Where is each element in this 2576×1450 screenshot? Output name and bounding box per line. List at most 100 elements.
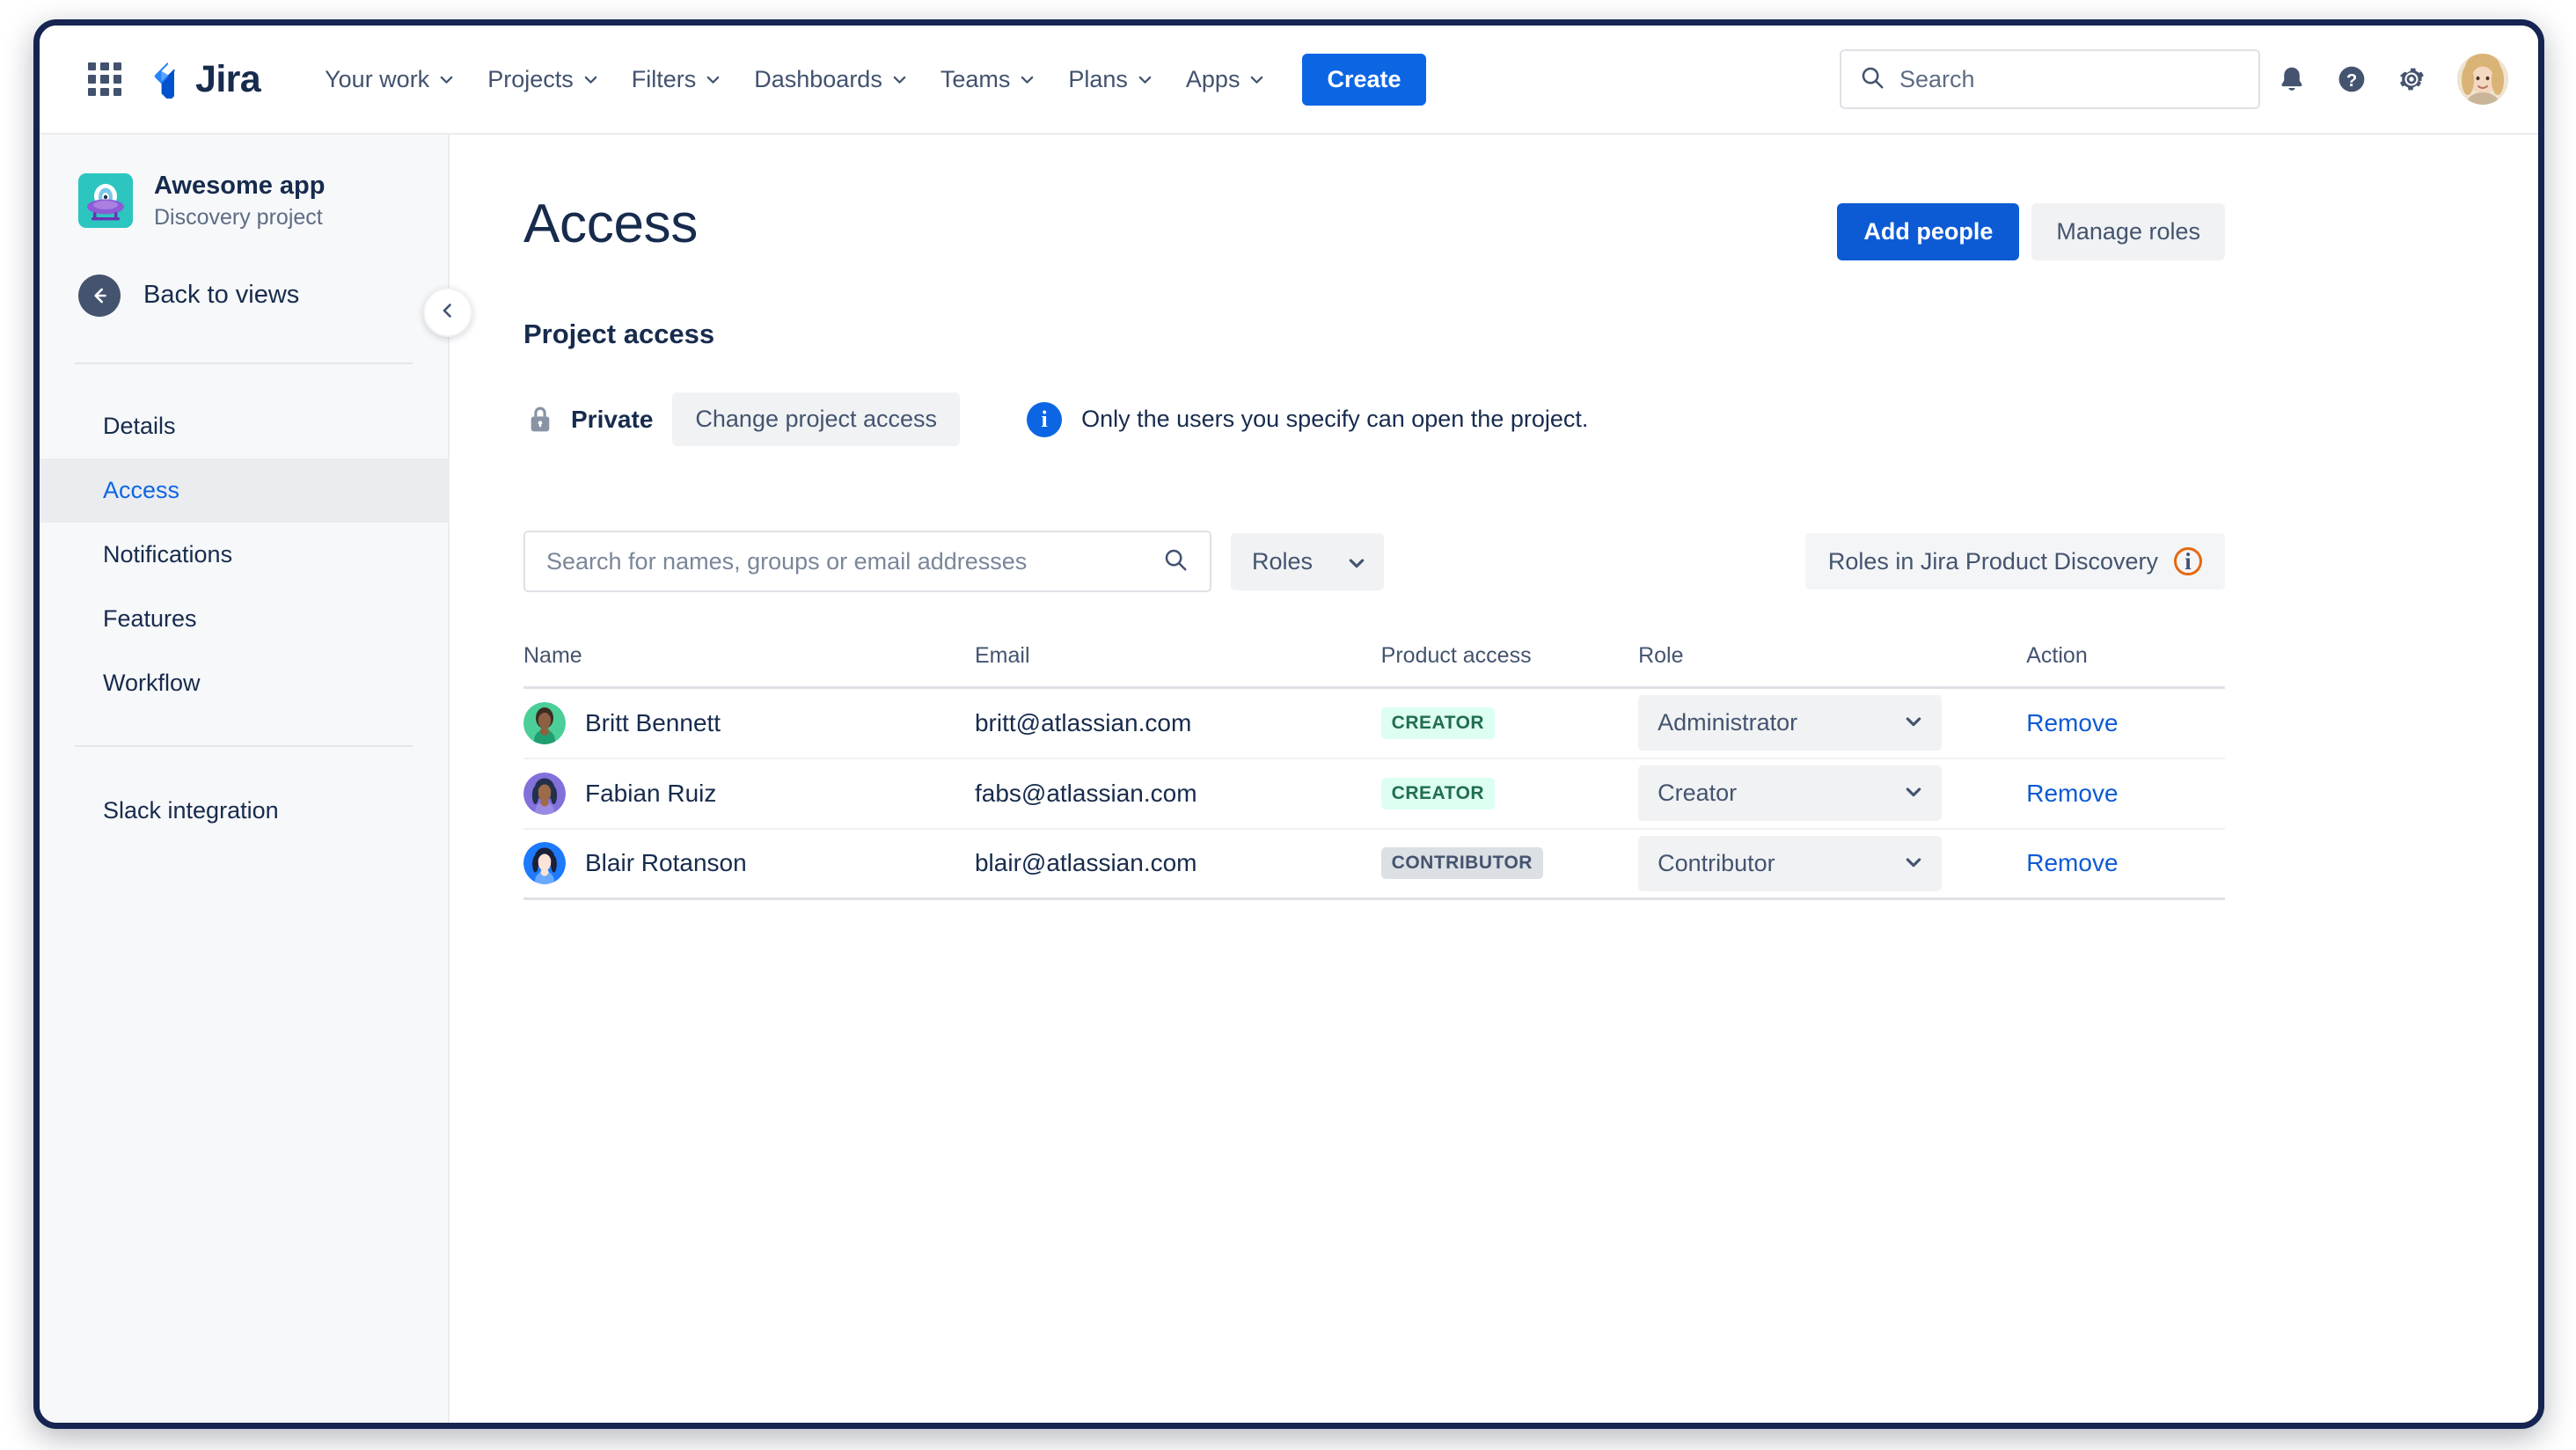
user-name: Blair Rotanson [585, 849, 747, 877]
column-header-name: Name [523, 643, 975, 689]
role-dropdown[interactable]: Creator [1638, 765, 1943, 821]
settings-icon[interactable] [2383, 51, 2440, 107]
info-icon: i [2174, 547, 2202, 575]
people-search-input[interactable] [546, 547, 1162, 575]
role-value: Creator [1658, 780, 1738, 806]
sidebar-item-features[interactable]: Features [40, 587, 448, 651]
sidebar-item-workflow[interactable]: Workflow [40, 651, 448, 715]
add-people-button[interactable]: Add people [1837, 203, 2020, 260]
cell-action: Remove [2026, 687, 2225, 759]
nav-item-apps[interactable]: Apps [1171, 55, 1280, 105]
nav-item-teams[interactable]: Teams [926, 55, 1050, 105]
project-type: Discovery project [154, 205, 323, 231]
project-access-row: Private Change project access i Only the… [523, 392, 2225, 446]
nav-label: Teams [940, 65, 1011, 92]
notifications-icon[interactable] [2264, 51, 2320, 107]
chevron-down-icon [1138, 72, 1153, 87]
collapse-sidebar-button[interactable] [423, 288, 472, 337]
remove-link[interactable]: Remove [2026, 780, 2118, 807]
nav-item-projects[interactable]: Projects [472, 55, 613, 105]
global-search[interactable] [1840, 49, 2260, 109]
access-note: i Only the users you specify can open th… [1027, 401, 1588, 437]
nav-label: Projects [487, 65, 574, 92]
sidebar-divider [75, 362, 413, 364]
remove-link[interactable]: Remove [2026, 849, 2118, 876]
cell-product-access: CONTRIBUTOR [1380, 828, 1639, 900]
cell-action: Remove [2026, 758, 2225, 830]
table-row: Blair Rotanson blair@atlassian.com CONTR… [523, 828, 2225, 900]
info-icon: i [1027, 401, 1063, 437]
column-header-action: Action [2026, 643, 2225, 689]
roles-filter-dropdown[interactable]: Roles [1231, 532, 1385, 590]
nav-item-plans[interactable]: Plans [1053, 55, 1167, 105]
app-switcher-icon[interactable] [85, 60, 124, 99]
role-dropdown[interactable]: Contributor [1638, 835, 1943, 891]
roles-link-label: Roles in Jira Product Discovery [1827, 547, 2158, 575]
nav-item-dashboards[interactable]: Dashboards [739, 55, 922, 105]
user-email: britt@atlassian.com [974, 708, 1192, 736]
sidebar-divider-secondary [75, 745, 413, 748]
user-email: blair@atlassian.com [974, 849, 1197, 877]
search-icon [1859, 64, 1885, 95]
sidebar-item-notifications[interactable]: Notifications [40, 523, 448, 587]
people-search[interactable] [523, 531, 1211, 592]
chevron-down-icon [1020, 72, 1035, 87]
chevron-down-icon [706, 72, 721, 87]
chevron-left-icon [437, 300, 458, 326]
private-label: Private [571, 405, 654, 433]
sidebar-item-access[interactable]: Access [40, 458, 448, 523]
search-icon [1162, 546, 1189, 577]
global-navigation-bar: Jira Your work Projects Filters Dashboar… [40, 26, 2538, 135]
main-content: Access Add people Manage roles Project a… [450, 135, 2538, 1423]
create-button[interactable]: Create [1302, 53, 1426, 106]
chevron-down-icon [1249, 72, 1264, 87]
jira-logo-text: Jira [195, 57, 261, 100]
back-to-views-label: Back to views [143, 281, 300, 310]
help-icon[interactable]: ? [2324, 51, 2380, 107]
primary-nav-items: Your work Projects Filters Dashboards Te… [310, 53, 1426, 106]
nav-item-filters[interactable]: Filters [617, 55, 736, 105]
nav-label: Apps [1185, 65, 1240, 92]
project-name: Awesome app [154, 172, 326, 200]
cell-name: Blair Rotanson [523, 828, 975, 900]
chevron-down-icon [439, 72, 454, 87]
chevron-down-icon [892, 72, 907, 87]
cell-email: fabs@atlassian.com [974, 758, 1381, 830]
back-to-views-link[interactable]: Back to views [40, 274, 448, 317]
nav-label: Dashboards [754, 65, 882, 92]
cell-role: Administrator [1638, 687, 2027, 759]
table-row: Britt Bennett britt@atlassian.com CREATO… [523, 687, 2225, 759]
project-header[interactable]: Awesome app Discovery project [40, 170, 448, 232]
profile-avatar[interactable] [2457, 54, 2508, 105]
chevron-down-icon [1905, 850, 1922, 877]
lock-icon [523, 405, 557, 435]
sidebar-item-details[interactable]: Details [40, 394, 448, 458]
search-input[interactable] [1899, 65, 2241, 93]
column-header-role: Role [1638, 643, 2027, 689]
remove-link[interactable]: Remove [2026, 709, 2118, 736]
cell-product-access: CREATOR [1380, 687, 1639, 759]
project-avatar-icon [78, 173, 133, 229]
avatar [523, 842, 566, 885]
chevron-down-icon [1905, 780, 1922, 807]
nav-right-group: ? [1840, 49, 2508, 109]
cell-product-access: CREATOR [1380, 758, 1639, 830]
jira-logo[interactable]: Jira [149, 57, 261, 100]
project-sidebar: Awesome app Discovery project Back to vi… [40, 135, 472, 1423]
roles-in-jpd-link[interactable]: Roles in Jira Product Discovery i [1804, 533, 2225, 590]
manage-roles-button[interactable]: Manage roles [2031, 203, 2225, 260]
cell-name: Britt Bennett [523, 687, 975, 759]
cell-email: blair@atlassian.com [974, 828, 1381, 900]
role-dropdown[interactable]: Administrator [1638, 695, 1943, 751]
jira-mark-icon [149, 60, 187, 99]
nav-item-your-work[interactable]: Your work [310, 55, 469, 105]
table-row: Fabian Ruiz fabs@atlassian.com CREATOR C… [523, 758, 2225, 830]
sidebar-item-slack-integration[interactable]: Slack integration [40, 779, 448, 843]
nav-label: Plans [1068, 65, 1128, 92]
people-filter-row: Roles Roles in Jira Product Discovery i [523, 531, 2225, 592]
user-name: Britt Bennett [585, 708, 721, 736]
change-project-access-button[interactable]: Change project access [672, 392, 961, 446]
project-access-section-title: Project access [523, 319, 715, 349]
user-name: Fabian Ruiz [585, 779, 717, 807]
chevron-down-icon [1905, 709, 1922, 736]
